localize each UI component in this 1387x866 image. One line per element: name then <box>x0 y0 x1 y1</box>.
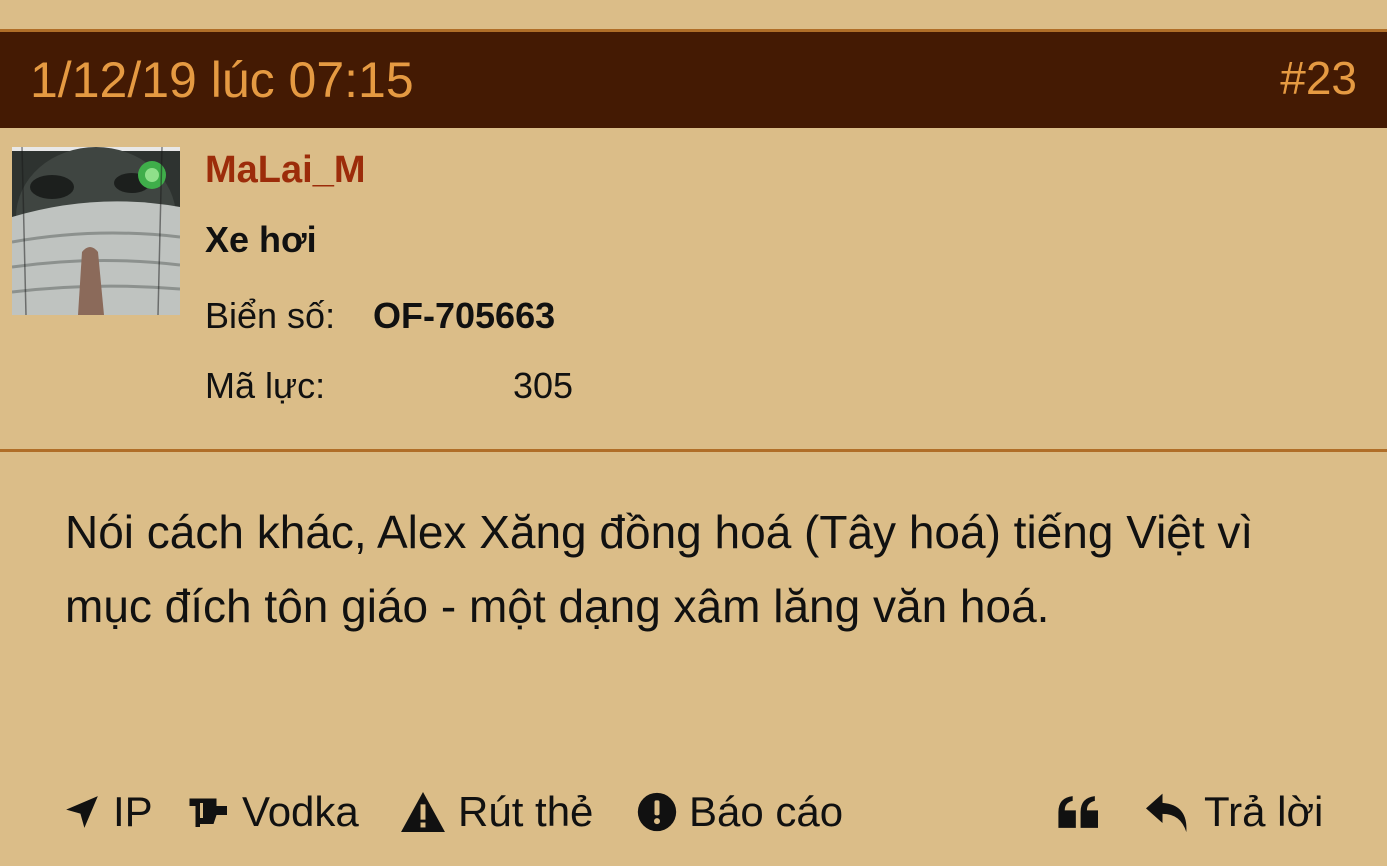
post-number[interactable]: #23 <box>1280 50 1357 106</box>
vodka-button[interactable]: Vodka <box>188 780 359 844</box>
warning-icon <box>400 791 458 833</box>
vodka-label: Vodka <box>242 788 359 835</box>
stat-label-horsepower: Mã lực: <box>205 365 326 406</box>
ip-label: IP <box>113 788 153 835</box>
stat-label-license: Biển số: <box>205 295 336 336</box>
post-header: 1/12/19 lúc 07:15 #23 <box>0 32 1387 128</box>
username[interactable]: MaLai_M <box>205 148 365 192</box>
post-message: Nói cách khác, Alex Xăng đồng hoá (Tây h… <box>65 506 1254 632</box>
reply-button[interactable]: Trả lời <box>1144 780 1323 844</box>
glass-icon <box>188 793 242 831</box>
stat-value-horsepower: 305 <box>513 365 574 406</box>
report-label: Báo cáo <box>689 788 844 835</box>
location-arrow-icon <box>63 793 113 831</box>
post-date[interactable]: 1/12/19 lúc 07:15 <box>30 52 414 108</box>
stat-value-license: OF-705663 <box>373 295 556 336</box>
post-actions: IP Vodka Rút thẻ Báo cáo Trả lời <box>0 780 1387 844</box>
exclamation-circle-icon <box>637 792 689 832</box>
quote-icon <box>1056 793 1114 831</box>
report-button[interactable]: Báo cáo <box>637 780 843 844</box>
card-button[interactable]: Rút thẻ <box>400 780 593 844</box>
card-label: Rút thẻ <box>458 788 594 835</box>
user-title: Xe hơi <box>205 219 317 260</box>
ip-button[interactable]: IP <box>63 780 153 844</box>
avatar[interactable] <box>12 147 180 315</box>
quote-button[interactable] <box>1056 780 1114 844</box>
post-divider <box>0 449 1387 452</box>
reply-icon <box>1144 790 1204 834</box>
reply-label: Trả lời <box>1204 788 1324 835</box>
